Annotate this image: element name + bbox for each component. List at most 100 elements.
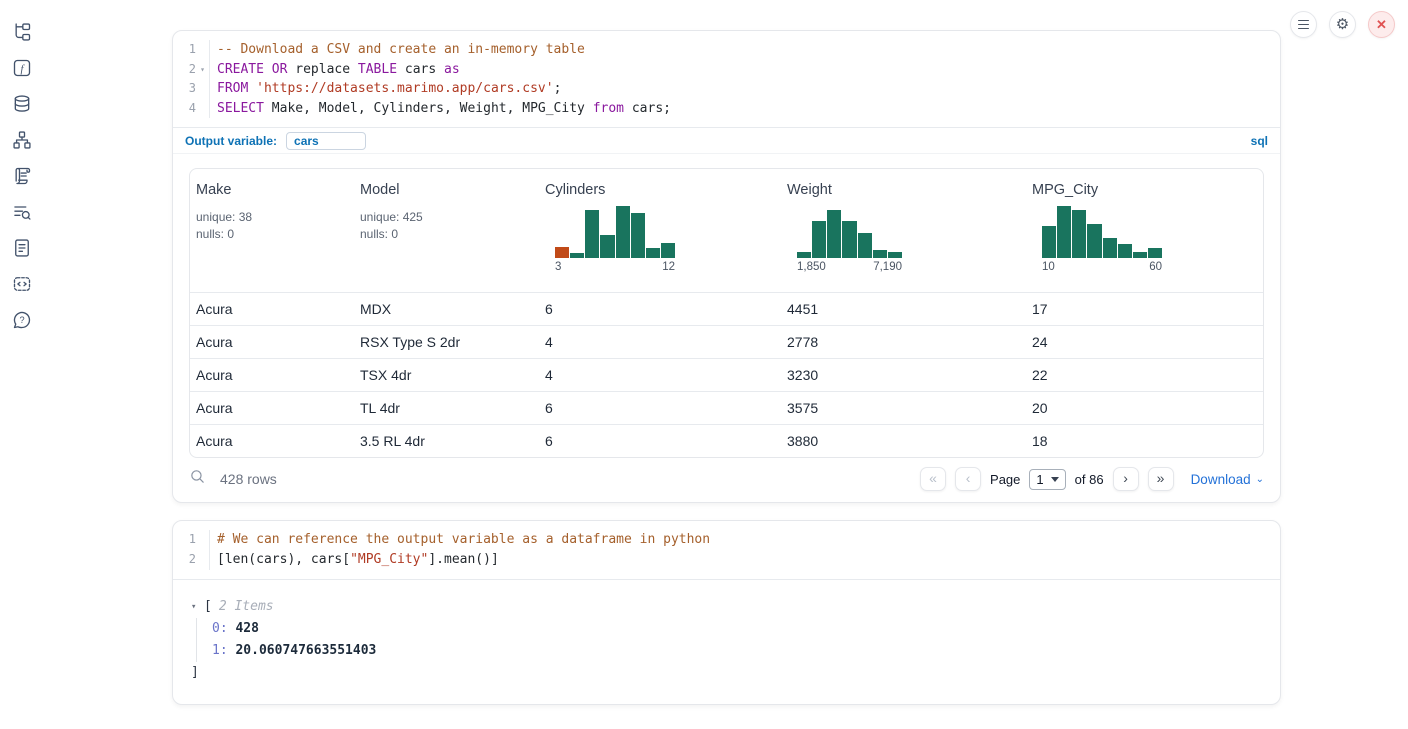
shutdown-button[interactable]: ✕ <box>1368 11 1395 38</box>
histogram-bar <box>585 210 599 258</box>
code-text: # We can reference the output variable a… <box>210 530 710 550</box>
code-line[interactable]: 3FROM 'https://datasets.marimo.app/cars.… <box>173 79 1280 99</box>
page-select-value: 1 <box>1036 472 1043 487</box>
page-select[interactable]: 1 <box>1029 469 1065 490</box>
sql-code-editor[interactable]: 1-- Download a CSV and create an in-memo… <box>173 31 1280 127</box>
output-variable-row: Output variable: sql <box>173 127 1280 154</box>
dependency-graph-icon[interactable] <box>12 130 32 150</box>
tracing-icon[interactable] <box>12 202 32 222</box>
column-header[interactable]: Modelunique: 425nulls: 0 <box>354 182 539 292</box>
histogram-bar <box>888 252 902 258</box>
row-count: 428 rows <box>220 471 277 487</box>
datasources-icon[interactable] <box>12 94 32 114</box>
svg-text:f: f <box>20 63 25 75</box>
histogram-bar <box>1118 244 1132 258</box>
code-line[interactable]: 1-- Download a CSV and create an in-memo… <box>173 40 1280 60</box>
table-row[interactable]: AcuraTL 4dr6357520 <box>190 391 1263 424</box>
file-explorer-icon[interactable] <box>12 22 32 42</box>
code-line[interactable]: 2[len(cars), cars["MPG_City"].mean()] <box>173 550 1280 570</box>
table-cell: Acura <box>190 367 354 383</box>
line-gutter: 1 <box>173 40 210 60</box>
column-header[interactable]: MPG_City1060 <box>1026 182 1263 292</box>
download-button[interactable]: Download ⌄ <box>1191 472 1264 487</box>
column-histogram[interactable]: 312 <box>555 206 675 273</box>
chevron-left-icon: ‹ <box>966 471 971 485</box>
column-header[interactable]: Cylinders312 <box>539 182 781 292</box>
histogram-bar <box>858 233 872 258</box>
table-cell: MDX <box>354 301 539 317</box>
svg-text:?: ? <box>19 315 24 325</box>
chevron-down-icon <box>1051 477 1059 482</box>
table-cell: 6 <box>539 433 781 449</box>
column-header[interactable]: Makeunique: 38nulls: 0 <box>190 182 354 292</box>
table-row[interactable]: Acura3.5 RL 4dr6388018 <box>190 424 1263 457</box>
settings-button[interactable]: ⚙ <box>1329 11 1356 38</box>
table-cell: 18 <box>1026 433 1263 449</box>
search-icon[interactable] <box>189 468 206 490</box>
output-variable-label: Output variable: <box>185 134 277 148</box>
column-histogram[interactable]: 1,8507,190 <box>797 206 902 273</box>
table-cell: 24 <box>1026 334 1263 350</box>
code-line[interactable]: 4SELECT Make, Model, Cylinders, Weight, … <box>173 99 1280 119</box>
chevron-right-icon: › <box>1123 471 1128 485</box>
line-gutter: 1 <box>173 530 210 550</box>
output-variable-input[interactable] <box>286 132 366 150</box>
histogram-bar <box>842 221 856 258</box>
hist-max-label: 7,190 <box>873 261 902 273</box>
first-page-button[interactable]: « <box>920 467 946 491</box>
chevrons-right-icon: » <box>1157 471 1165 485</box>
table-cell: Acura <box>190 334 354 350</box>
table-cell: Acura <box>190 433 354 449</box>
python-cell: 1# We can reference the output variable … <box>172 520 1281 704</box>
column-header[interactable]: Weight 1,8507,190 <box>781 182 1026 292</box>
result-table: Makeunique: 38nulls: 0Modelunique: 425nu… <box>189 168 1264 458</box>
menu-button[interactable] <box>1290 11 1317 38</box>
helper-panel-sidebar: f ? <box>0 0 44 729</box>
table-cell: 3575 <box>781 400 1026 416</box>
fold-chevron-icon[interactable]: ▾ <box>196 60 209 80</box>
hist-min-label: 10 <box>1042 261 1055 273</box>
histogram-bar <box>555 247 569 258</box>
notebook-main: 1-- Download a CSV and create an in-memo… <box>172 30 1281 705</box>
histogram-bar <box>797 252 811 258</box>
scratchpad-icon[interactable] <box>12 166 32 186</box>
entry-value: 428 <box>228 621 259 636</box>
column-name: Make <box>196 182 354 198</box>
close-icon: ✕ <box>1376 18 1387 31</box>
snippets-icon[interactable] <box>12 274 32 294</box>
table-cell: 6 <box>539 301 781 317</box>
table-cell: Acura <box>190 400 354 416</box>
table-body: AcuraMDX6445117AcuraRSX Type S 2dr427782… <box>190 292 1263 457</box>
table-row[interactable]: AcuraTSX 4dr4323022 <box>190 358 1263 391</box>
help-icon[interactable]: ? <box>12 310 32 330</box>
histogram-bar <box>1042 226 1056 258</box>
entry-key: 0: <box>212 621 228 636</box>
table-row[interactable]: AcuraRSX Type S 2dr4277824 <box>190 325 1263 358</box>
next-page-button[interactable]: › <box>1113 467 1139 491</box>
code-line[interactable]: 2▾CREATE OR replace TABLE cars as <box>173 60 1280 80</box>
python-code-editor[interactable]: 1# We can reference the output variable … <box>173 521 1280 578</box>
tree-entry: 0: 428 <box>212 618 1264 640</box>
code-line[interactable]: 1# We can reference the output variable … <box>173 530 1280 550</box>
code-text: -- Download a CSV and create an in-memor… <box>210 40 585 60</box>
last-page-button[interactable]: » <box>1148 467 1174 491</box>
histogram-bar <box>812 221 826 258</box>
histogram-bar <box>873 250 887 258</box>
column-histogram[interactable]: 1060 <box>1042 206 1162 273</box>
download-label: Download <box>1191 472 1251 487</box>
histogram-bar <box>661 243 675 258</box>
functions-icon[interactable]: f <box>12 58 32 78</box>
code-text: SELECT Make, Model, Cylinders, Weight, M… <box>210 99 671 119</box>
documentation-icon[interactable] <box>12 238 32 258</box>
code-text: FROM 'https://datasets.marimo.app/cars.c… <box>210 79 561 99</box>
table-row[interactable]: AcuraMDX6445117 <box>190 292 1263 325</box>
prev-page-button[interactable]: ‹ <box>955 467 981 491</box>
tree-root[interactable]: ▾ [ 2 Items <box>191 596 1264 618</box>
chevrons-left-icon: « <box>929 471 937 485</box>
entry-value: 20.060747663551403 <box>228 643 377 658</box>
python-output: ▾ [ 2 Items 0: 4281: 20.060747663551403 … <box>173 579 1280 704</box>
table-cell: 6 <box>539 400 781 416</box>
column-name: Weight <box>787 182 1026 198</box>
histogram-bar <box>1087 224 1101 258</box>
histogram-bar <box>631 213 645 258</box>
